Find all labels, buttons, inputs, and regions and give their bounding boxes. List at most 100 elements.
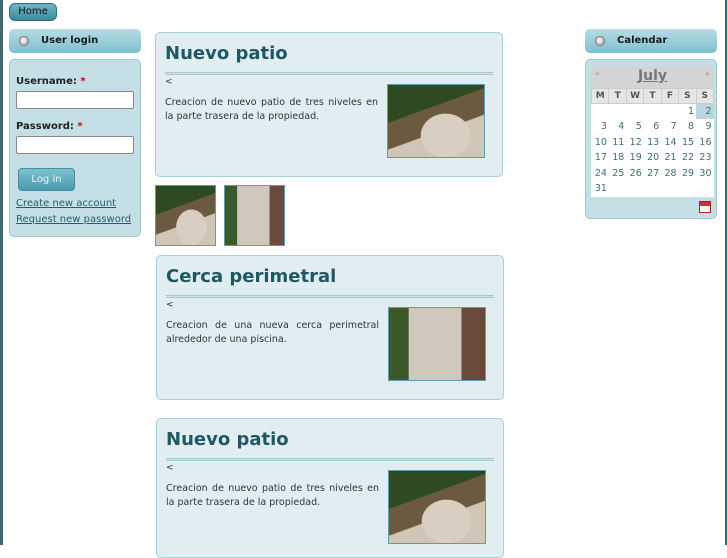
calendar-day: 24	[594, 167, 607, 179]
calendar-day: 1	[687, 106, 695, 117]
calendar-empty-cell	[609, 104, 626, 120]
required-marker: *	[77, 121, 83, 132]
calendar-grid: M T W T F S S 1 2 3 4 5 6 7 8 9 10 11 12 13 14 15 16 17 18 19 20 21…	[590, 88, 715, 197]
home-tab[interactable]: Home	[9, 3, 57, 21]
back-link[interactable]: <	[166, 463, 174, 473]
month-link[interactable]: July	[591, 68, 714, 84]
calendar-empty-cell	[609, 181, 626, 197]
next-month-link[interactable]: »	[705, 69, 710, 78]
calendar-empty-cell	[626, 104, 643, 120]
username-label: Username: *	[16, 76, 86, 87]
weekday-header: S	[678, 88, 697, 104]
calendar-day: 30	[699, 167, 712, 179]
node-title[interactable]: Nuevo patio	[165, 43, 288, 64]
calendar-week: 31	[592, 181, 714, 197]
node-image[interactable]	[388, 470, 486, 544]
node-body: Creacion de nuevo patio de tres niveles …	[166, 483, 379, 508]
calendar-day: 5	[635, 121, 642, 133]
request-password-link[interactable]: Request new password	[16, 214, 131, 225]
calendar-month-bar: « July »	[591, 66, 714, 88]
calendar-title: Calendar	[617, 35, 668, 46]
calendar-widget: « July » M T W T F S S 1 2 3 4 5 6 7 8 9 10 11 12 13 14 15 16 1…	[590, 66, 715, 197]
calendar-day: 23	[699, 152, 712, 164]
login-button[interactable]: Log in	[18, 168, 75, 191]
bullet-icon	[595, 36, 605, 46]
node-image[interactable]	[388, 307, 486, 381]
password-label-text: Password:	[16, 121, 74, 132]
calendar-week: 10 11 12 13 14 15 16	[592, 135, 714, 151]
calendar-empty-cell	[696, 181, 713, 197]
node-article: Cerca perimetral < Creacion de una nueva…	[156, 255, 504, 400]
calendar-block: « July » M T W T F S S 1 2 3 4 5 6 7 8 9 10 11 12 13 14 15 16 1…	[585, 59, 717, 219]
calendar-day: 13	[647, 136, 660, 148]
username-label-text: Username:	[16, 76, 77, 87]
calendar-empty-cell	[644, 104, 661, 120]
calendar-day: 27	[647, 167, 660, 179]
node-body: Creacion de nuevo patio de tres niveles …	[165, 97, 378, 122]
title-divider	[166, 295, 494, 298]
calendar-day: 28	[664, 167, 677, 179]
gallery-thumbnail[interactable]	[155, 185, 216, 246]
calendar-empty-cell	[679, 181, 696, 197]
calendar-day: 2	[696, 103, 714, 119]
title-divider	[165, 72, 493, 75]
gallery-thumbnail[interactable]	[224, 185, 285, 246]
calendar-day: 14	[664, 136, 677, 148]
ical-feed-icon[interactable]	[699, 201, 711, 213]
calendar-day: 6	[653, 121, 660, 133]
title-divider	[166, 458, 494, 461]
user-login-title: User login	[41, 35, 99, 46]
calendar-day: 15	[681, 136, 695, 148]
calendar-empty-cell	[661, 104, 678, 120]
node-image[interactable]	[387, 84, 485, 158]
calendar-day: 12	[629, 136, 642, 148]
calendar-day: 10	[594, 136, 607, 148]
calendar-day: 11	[612, 136, 625, 148]
required-marker: *	[80, 76, 86, 87]
calendar-day: 8	[687, 121, 695, 133]
calendar-week: 17 18 19 20 21 22 23	[592, 150, 714, 166]
weekday-header: T	[643, 88, 662, 104]
calendar-day: 26	[629, 167, 642, 179]
node-article: Nuevo patio < Creacion de nuevo patio de…	[156, 418, 504, 558]
calendar-day: 21	[664, 152, 677, 164]
weekday-header: F	[660, 88, 680, 104]
weekday-header: W	[625, 88, 645, 104]
calendar-empty-cell	[644, 181, 661, 197]
calendar-day: 16	[699, 136, 712, 148]
weekday-header: S	[695, 88, 715, 104]
calendar-day: 22	[681, 152, 695, 164]
node-body: Creacion de una nueva cerca perimetral a…	[166, 320, 379, 345]
calendar-week: 24 25 26 27 28 29 30	[592, 166, 714, 182]
bullet-icon	[19, 36, 29, 46]
calendar-day: 31	[594, 183, 607, 195]
calendar-day: 20	[647, 152, 660, 164]
back-link[interactable]: <	[165, 77, 173, 87]
node-title[interactable]: Cerca perimetral	[166, 266, 336, 287]
calendar-day: 19	[629, 152, 642, 164]
weekday-header: T	[608, 88, 627, 104]
user-login-header: User login	[9, 29, 141, 53]
window-edge-left	[0, 0, 3, 545]
calendar-day: 25	[612, 167, 625, 179]
calendar-empty-cell	[661, 181, 678, 197]
calendar-day: 17	[594, 152, 607, 164]
calendar-day: 9	[705, 121, 712, 133]
calendar-empty-cell	[592, 104, 609, 120]
calendar-day: 3	[600, 121, 607, 133]
calendar-week: 3456789	[592, 119, 714, 135]
calendar-week: 12	[592, 103, 714, 120]
back-link[interactable]: <	[166, 300, 174, 310]
weekday-header: M	[590, 88, 610, 104]
calendar-header: Calendar	[585, 29, 717, 53]
calendar-day: 4	[618, 121, 625, 133]
create-account-link[interactable]: Create new account	[16, 198, 116, 209]
calendar-empty-cell	[626, 181, 643, 197]
password-input[interactable]	[16, 136, 134, 154]
node-title[interactable]: Nuevo patio	[166, 429, 289, 450]
calendar-day: 7	[670, 121, 677, 133]
node-article: Nuevo patio < Creacion de nuevo patio de…	[155, 32, 503, 177]
calendar-day: 18	[612, 152, 625, 164]
password-label: Password: *	[16, 121, 83, 132]
username-input[interactable]	[16, 91, 134, 109]
